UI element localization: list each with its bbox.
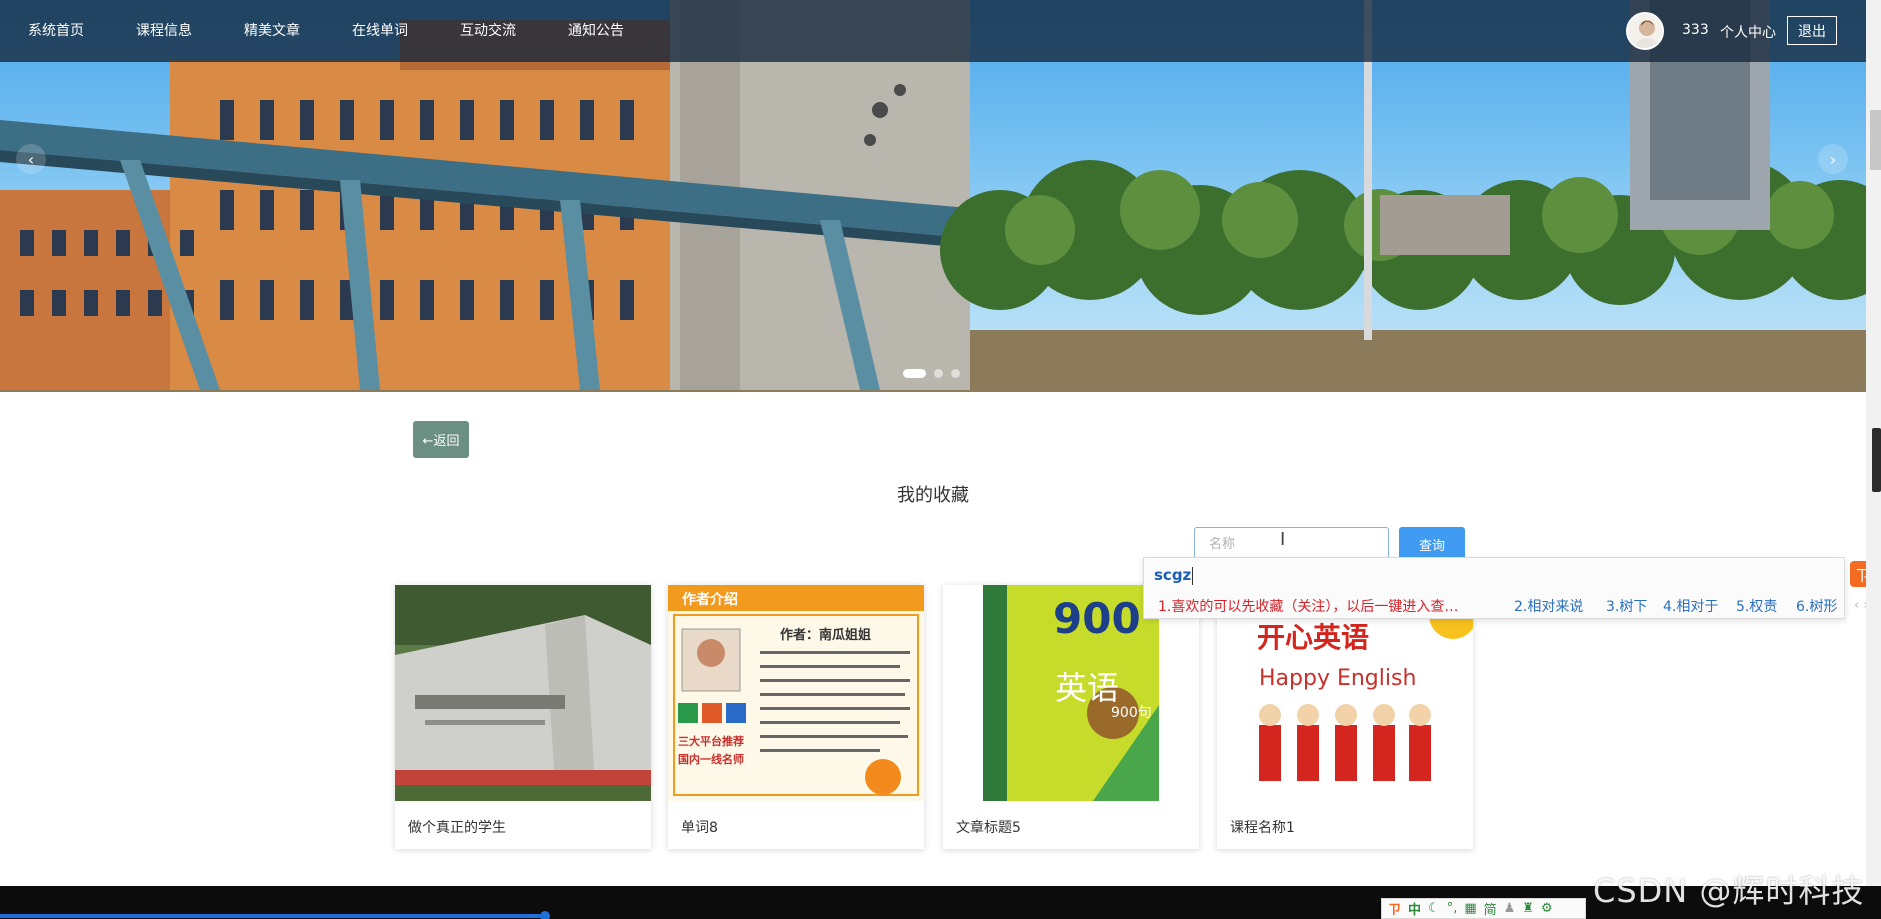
ime-candidate[interactable]: 3.树下 xyxy=(1606,596,1647,616)
author-intro-text: 作者介绍 xyxy=(682,591,738,608)
page-title: 我的收藏 xyxy=(897,485,969,506)
skin-icon[interactable]: ♜ xyxy=(1522,901,1534,916)
happy-english-text: Happy English xyxy=(1259,666,1416,691)
avatar-image xyxy=(1628,14,1662,48)
chevron-right-icon: › xyxy=(1829,149,1837,169)
csdn-watermark: CSDN @辉时科技 xyxy=(1593,872,1865,910)
top-navigation-bar: 系统首页 课程信息 精美文章 在线单词 互动交流 通知公告 333 个人中心 退… xyxy=(0,0,1881,62)
user-icon[interactable]: ♟ xyxy=(1504,901,1516,916)
platform-text: 三大平台推荐 xyxy=(678,734,744,748)
university-stone-image xyxy=(395,585,651,801)
author-intro-image: 作者介绍 作者：南瓜姐姐 三大平台推荐 国内一线名师 xyxy=(668,585,924,801)
punctuation-icon[interactable]: °, xyxy=(1447,901,1458,916)
ime-candidate[interactable]: 6.树形 xyxy=(1796,596,1837,616)
happy-title-text: 开心英语 xyxy=(1257,621,1369,654)
favorite-card[interactable]: 做个真正的学生 xyxy=(395,585,651,849)
carousel-next-button[interactable]: › xyxy=(1818,144,1848,174)
scrollbar-thumb[interactable] xyxy=(1872,428,1881,492)
moon-icon[interactable]: ☾ xyxy=(1428,901,1440,916)
nav-item-home[interactable]: 系统首页 xyxy=(28,20,84,40)
card-caption: 文章标题5 xyxy=(956,820,1021,836)
book-subtitle-text: 900句 xyxy=(1111,705,1152,721)
nav-item-words[interactable]: 在线单词 xyxy=(352,20,408,40)
ime-caret xyxy=(1192,567,1193,585)
author-name-text: 作者：南瓜姐姐 xyxy=(780,627,871,643)
carousel-dot[interactable] xyxy=(934,369,943,378)
card-caption: 做个真正的学生 xyxy=(408,820,506,836)
nav-item-articles[interactable]: 精美文章 xyxy=(244,20,300,40)
ime-brand-icon[interactable]: ㄗ xyxy=(1388,899,1401,918)
ime-simplified[interactable]: 简 xyxy=(1484,899,1497,918)
keyboard-icon[interactable]: ▦ xyxy=(1464,901,1476,916)
favorite-card[interactable]: 开心英语 Happy English 课程名称1 xyxy=(1217,585,1473,849)
favorite-card[interactable]: 900 英语 900句 文章标题5 xyxy=(943,585,1199,849)
ime-candidate[interactable]: 5.权责 xyxy=(1736,596,1777,616)
ime-mode-chinese[interactable]: 中 xyxy=(1408,899,1421,918)
nav-item-courses[interactable]: 课程信息 xyxy=(136,20,192,40)
back-button[interactable]: ←返回 xyxy=(413,421,469,458)
banner-carousel: 系统首页 课程信息 精美文章 在线单词 互动交流 通知公告 333 个人中心 退… xyxy=(0,0,1881,392)
text-cursor-icon: I xyxy=(1280,529,1286,550)
nav-item-notices[interactable]: 通知公告 xyxy=(568,20,624,40)
ime-composition-text: scgz xyxy=(1154,566,1192,584)
ime-candidate[interactable]: 1.喜欢的可以先收藏（关注），以后一键进入查… xyxy=(1158,596,1458,616)
gear-icon[interactable]: ⚙ xyxy=(1541,901,1553,916)
book-number-text: 900 xyxy=(1053,594,1141,643)
ime-candidate[interactable]: 4.相对于 xyxy=(1663,596,1718,616)
ime-candidate-window: scgz 1.喜欢的可以先收藏（关注），以后一键进入查… 2.相对来说 3.树下… xyxy=(1143,557,1845,619)
card-thumbnail: 作者介绍 作者：南瓜姐姐 三大平台推荐 国内一线名师 xyxy=(668,585,924,801)
card-caption: 单词8 xyxy=(681,820,718,836)
teacher-text: 国内一线名师 xyxy=(678,752,744,766)
card-thumbnail xyxy=(395,585,651,801)
username-label: 333 xyxy=(1682,22,1709,38)
ime-status-toolbar[interactable]: ㄗ 中 ☾ °, ▦ 简 ♟ ♜ ⚙ xyxy=(1381,898,1586,919)
chevron-left-icon: ‹ xyxy=(27,149,35,169)
user-avatar[interactable] xyxy=(1626,12,1664,50)
carousel-prev-button[interactable]: ‹ xyxy=(16,144,46,174)
ime-candidate[interactable]: 2.相对来说 xyxy=(1514,596,1583,616)
book-title-text: 英语 xyxy=(1055,669,1119,707)
user-center-link[interactable]: 个人中心 xyxy=(1720,22,1776,42)
favorite-card[interactable]: 作者介绍 作者：南瓜姐姐 三大平台推荐 国内一线名师 单词8 xyxy=(668,585,924,849)
logout-button[interactable]: 退出 xyxy=(1787,16,1837,45)
carousel-dot[interactable] xyxy=(903,369,926,378)
nav-item-forum[interactable]: 互动交流 xyxy=(460,20,516,40)
scrollbar-track-segment xyxy=(1870,110,1881,170)
card-caption: 课程名称1 xyxy=(1230,820,1295,836)
carousel-dot[interactable] xyxy=(951,369,960,378)
